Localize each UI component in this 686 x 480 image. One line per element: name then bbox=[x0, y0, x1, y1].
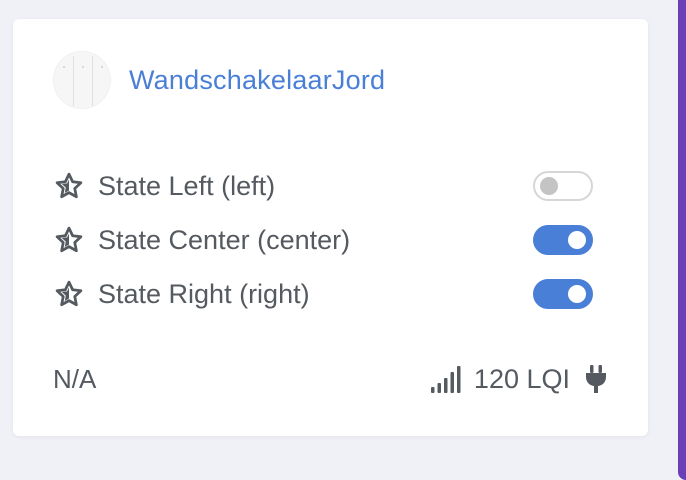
card-footer: N/A 120 LQI bbox=[53, 361, 608, 397]
device-image-dot bbox=[63, 66, 65, 68]
toggle-knob bbox=[568, 285, 586, 303]
state-label: State Right (right) bbox=[98, 278, 310, 309]
sidebar-edge bbox=[678, 0, 686, 480]
device-card: WandschakelaarJord State Left (left) Sta… bbox=[13, 19, 648, 436]
star-icon[interactable] bbox=[53, 278, 85, 310]
state-row-center: State Center (center) bbox=[53, 213, 593, 267]
state-toggle-right[interactable] bbox=[533, 279, 593, 309]
state-label: State Left (left) bbox=[98, 170, 276, 201]
state-toggle-center[interactable] bbox=[533, 225, 593, 255]
signal-bars-icon bbox=[430, 364, 466, 394]
state-toggle-left[interactable] bbox=[533, 171, 593, 201]
device-image-dot bbox=[82, 66, 84, 68]
star-icon[interactable] bbox=[53, 170, 85, 202]
page: WandschakelaarJord State Left (left) Sta… bbox=[0, 0, 686, 480]
device-image-divider bbox=[73, 56, 74, 106]
plug-icon bbox=[584, 364, 608, 394]
star-icon[interactable] bbox=[53, 224, 85, 256]
state-row-right: State Right (right) bbox=[53, 267, 593, 321]
last-seen-value: N/A bbox=[53, 363, 97, 394]
toggle-knob bbox=[568, 231, 586, 249]
device-image-dot bbox=[101, 66, 103, 68]
state-label: State Center (center) bbox=[98, 224, 351, 255]
lqi-value: 120 LQI bbox=[473, 363, 570, 394]
toggle-knob bbox=[540, 177, 558, 195]
device-name-link[interactable]: WandschakelaarJord bbox=[129, 65, 385, 96]
device-image-divider bbox=[92, 56, 93, 106]
device-image bbox=[53, 51, 111, 109]
card-header: WandschakelaarJord bbox=[53, 51, 385, 109]
state-list: State Left (left) State Center (center) bbox=[53, 159, 593, 321]
state-row-left: State Left (left) bbox=[53, 159, 593, 213]
link-quality: 120 LQI bbox=[430, 364, 608, 395]
